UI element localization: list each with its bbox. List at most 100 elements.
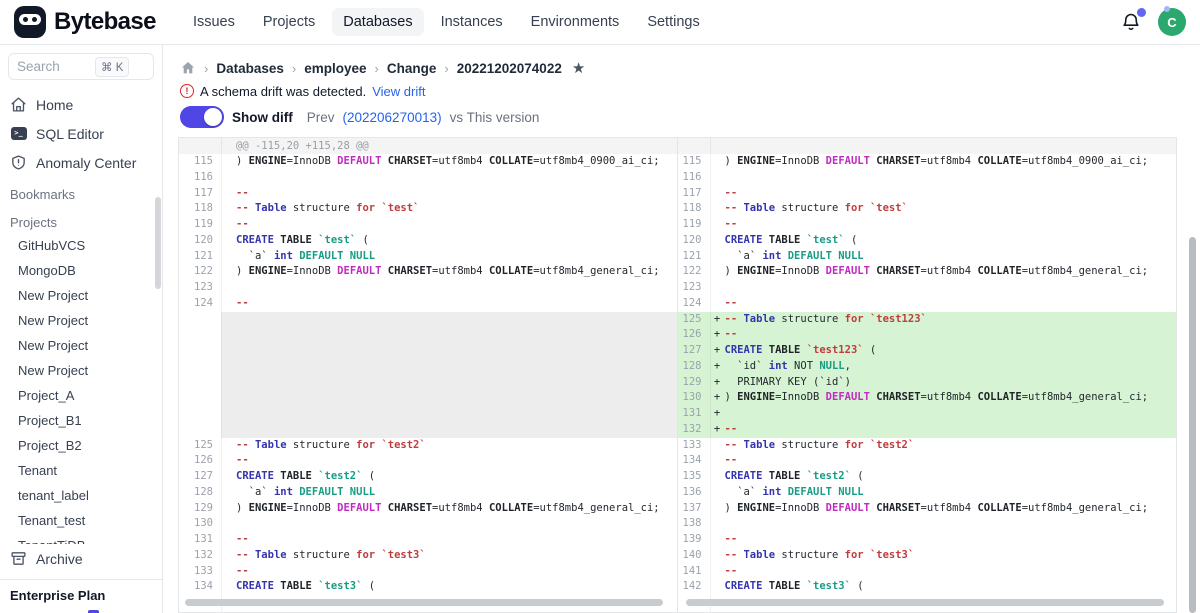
- nav-item-projects[interactable]: Projects: [252, 8, 326, 36]
- diff-code-row: 129+ PRIMARY KEY (`id`): [678, 375, 1177, 391]
- project-item-project-b2[interactable]: Project_B2: [0, 433, 162, 458]
- line-number: 120: [179, 233, 221, 249]
- sidebar-item-sql-editor[interactable]: >_SQL Editor: [0, 119, 162, 148]
- sidebar-item-label: SQL Editor: [36, 126, 104, 142]
- search-box[interactable]: ⌘ K: [8, 53, 154, 80]
- line-number: 132: [678, 422, 710, 438]
- diff-code-row: 122) ENGINE=InnoDB DEFAULT CHARSET=utf8m…: [179, 264, 677, 280]
- notification-bell-button[interactable]: [1120, 11, 1142, 33]
- diff-code-row: 141--: [678, 564, 1177, 580]
- diff-code-row: 140-- Table structure for `test3`: [678, 548, 1177, 564]
- hunk-header: @@ -115,20 +115,28 @@: [179, 138, 677, 154]
- diff-code-row: 133--: [179, 564, 677, 580]
- project-item-tenant-label[interactable]: tenant_label: [0, 483, 162, 508]
- line-number: 136: [678, 485, 710, 501]
- line-number: 140: [678, 548, 710, 564]
- bytebase-logo[interactable]: Bytebase: [14, 6, 156, 38]
- diff-code-row: 138: [678, 516, 1177, 532]
- sidebar-item-archive[interactable]: Archive: [0, 544, 162, 573]
- sidebar-item-label: Home: [36, 97, 73, 113]
- archive-label: Archive: [36, 551, 83, 567]
- line-number: 131: [179, 532, 221, 548]
- project-item-mongodb[interactable]: MongoDB: [0, 258, 162, 283]
- project-item-project-b1[interactable]: Project_B1: [0, 408, 162, 433]
- project-item-tenant[interactable]: Tenant: [0, 458, 162, 483]
- line-number: 121: [179, 249, 221, 265]
- line-number: 134: [678, 453, 710, 469]
- home-icon[interactable]: [180, 60, 196, 76]
- breadcrumb-item-databases[interactable]: Databases: [216, 61, 284, 76]
- diff-code-row: 131--: [179, 532, 677, 548]
- project-item-new-project[interactable]: New Project: [0, 358, 162, 383]
- line-number: 116: [179, 170, 221, 186]
- gutter-divider: [710, 138, 711, 612]
- sidebar-item-anomaly-center[interactable]: Anomaly Center: [0, 148, 162, 177]
- breadcrumb-item-20221202074022[interactable]: 20221202074022: [457, 61, 562, 76]
- nav-item-instances[interactable]: Instances: [430, 8, 514, 36]
- diff-code-row: 115) ENGINE=InnoDB DEFAULT CHARSET=utf8m…: [179, 154, 677, 170]
- nav-item-settings[interactable]: Settings: [636, 8, 710, 36]
- project-item-new-project[interactable]: New Project: [0, 308, 162, 333]
- bookmark-star-icon[interactable]: ★: [572, 59, 585, 77]
- breadcrumb-item-change[interactable]: Change: [387, 61, 437, 76]
- breadcrumb-separator: ›: [204, 61, 208, 76]
- breadcrumb-separator: ›: [292, 61, 296, 76]
- search-shortcut-badge: ⌘ K: [95, 57, 129, 77]
- line-number: 118: [678, 201, 710, 217]
- line-number: 125: [678, 312, 710, 328]
- line-number: 115: [678, 154, 710, 170]
- left-horizontal-scrollbar[interactable]: [185, 599, 663, 606]
- nav-right: C: [1120, 8, 1186, 36]
- line-number: 128: [179, 485, 221, 501]
- prev-label: Prev: [307, 110, 335, 125]
- sidebar-main-items: Home >_SQL Editor Anomaly Center: [0, 90, 162, 177]
- bytebase-logo-icon: [14, 6, 46, 38]
- view-drift-link[interactable]: View drift: [372, 84, 425, 99]
- prev-version-link[interactable]: (202206270013): [343, 110, 442, 125]
- sidebar-scrollbar-thumb[interactable]: [155, 197, 161, 289]
- line-number: 115: [179, 154, 221, 170]
- schema-drift-banner: ! A schema drift was detected. View drif…: [180, 83, 425, 99]
- project-item-new-project[interactable]: New Project: [0, 283, 162, 308]
- project-item-tenant-test[interactable]: Tenant_test: [0, 508, 162, 533]
- line-number: 139: [678, 532, 710, 548]
- diff-spacer-block: [179, 312, 677, 438]
- nav-item-environments[interactable]: Environments: [520, 8, 631, 36]
- diff-code-row: 125+-- Table structure for `test123`: [678, 312, 1177, 328]
- diff-code-row: 116: [179, 170, 677, 186]
- nav-item-issues[interactable]: Issues: [182, 8, 246, 36]
- nav-item-databases[interactable]: Databases: [332, 8, 423, 36]
- search-input[interactable]: [17, 59, 95, 74]
- diff-code-row: 142CREATE TABLE `test3` (: [678, 579, 1177, 595]
- project-item-new-project[interactable]: New Project: [0, 333, 162, 358]
- sidebar-item-label: Anomaly Center: [36, 155, 136, 171]
- line-number: 130: [678, 390, 710, 406]
- hunk-header: [678, 138, 1177, 154]
- project-item-project-a[interactable]: Project_A: [0, 383, 162, 408]
- diff-code-row: 134--: [678, 453, 1177, 469]
- diff-code-row: 123: [678, 280, 1177, 296]
- diff-code-row: 121 `a` int DEFAULT NULL: [678, 249, 1177, 265]
- breadcrumb-item-employee[interactable]: employee: [304, 61, 366, 76]
- diff-code-row: 119--: [678, 217, 1177, 233]
- line-number: 120: [678, 233, 710, 249]
- sidebar-item-home[interactable]: Home: [0, 90, 162, 119]
- toggle-knob: [204, 108, 222, 126]
- diff-code-row: 118-- Table structure for `test`: [678, 201, 1177, 217]
- line-number: 134: [179, 579, 221, 595]
- line-number: 128: [678, 359, 710, 375]
- sidebar-section-projects: Projects: [0, 205, 162, 233]
- line-number: 142: [678, 579, 710, 595]
- line-number: 141: [678, 564, 710, 580]
- diff-code-row: 118-- Table structure for `test`: [179, 201, 677, 217]
- diff-code-row: 131+: [678, 406, 1177, 422]
- user-avatar[interactable]: C: [1158, 8, 1186, 36]
- line-number: 123: [678, 280, 710, 296]
- project-item-githubvcs[interactable]: GitHubVCS: [0, 233, 162, 258]
- line-number: 138: [678, 516, 710, 532]
- show-diff-toggle[interactable]: [180, 106, 224, 128]
- notification-badge: [1137, 8, 1146, 17]
- line-number: 117: [179, 186, 221, 202]
- page-scrollbar-thumb[interactable]: [1189, 237, 1196, 613]
- right-horizontal-scrollbar[interactable]: [686, 599, 1165, 606]
